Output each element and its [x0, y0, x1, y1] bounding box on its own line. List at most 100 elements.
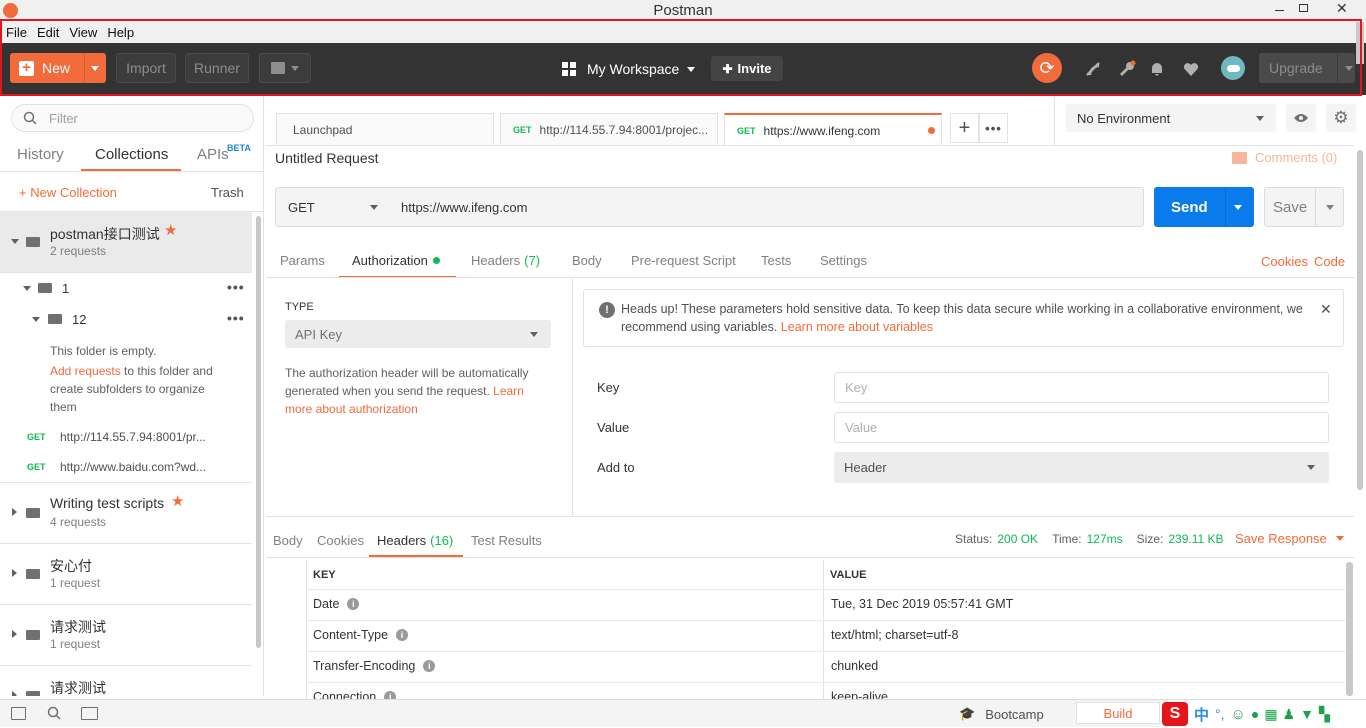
- manage-environments-button[interactable]: ⚙: [1326, 104, 1356, 132]
- tab-request[interactable]: GET http://114.55.7.94:8001/projec...: [500, 113, 718, 145]
- tab-params[interactable]: Params: [280, 253, 325, 268]
- new-dropdown-icon[interactable]: [91, 65, 100, 71]
- cookies-link[interactable]: Cookies: [1261, 254, 1308, 269]
- environment-quicklook-button[interactable]: [1286, 104, 1316, 132]
- collection-item[interactable]: postman接口测试 ★ 2 requests: [0, 212, 252, 273]
- menu-view[interactable]: View: [69, 25, 97, 40]
- folder-more-icon[interactable]: •••: [227, 310, 245, 326]
- ime-punctuation-icon[interactable]: °,: [1215, 706, 1225, 722]
- tab-options-button[interactable]: •••: [979, 113, 1008, 143]
- collection-item[interactable]: 请求测试: [0, 666, 252, 696]
- environment-select[interactable]: No Environment: [1066, 104, 1276, 132]
- tab-body[interactable]: Body: [572, 253, 602, 268]
- trash-button[interactable]: Trash: [211, 185, 244, 200]
- request-item[interactable]: GET http://www.baidu.com?wd...: [27, 460, 206, 474]
- ime-language[interactable]: 中: [1194, 704, 1209, 725]
- folder-caret-icon[interactable]: [23, 286, 31, 291]
- tab-tests[interactable]: Tests: [761, 253, 791, 268]
- filter-input[interactable]: Filter: [11, 104, 254, 132]
- send-caret-icon[interactable]: [1233, 204, 1242, 210]
- save-response-button[interactable]: Save Response: [1235, 531, 1344, 546]
- sidebar-scrollbar[interactable]: [256, 216, 261, 648]
- star-icon[interactable]: ★: [171, 492, 184, 510]
- ime-skin-icon[interactable]: ▼: [1300, 706, 1314, 722]
- caret-right-icon[interactable]: [12, 569, 17, 577]
- response-tab-headers[interactable]: Headers (16): [377, 533, 453, 548]
- cloud-avatar[interactable]: [1221, 56, 1245, 80]
- key-input[interactable]: Key: [834, 372, 1329, 403]
- heart-icon[interactable]: [1178, 56, 1204, 82]
- runner-button[interactable]: Runner: [185, 53, 249, 83]
- ime-keyboard-icon[interactable]: ▦: [1264, 706, 1277, 723]
- invite-button[interactable]: ✚ Invite: [711, 56, 783, 81]
- tab-history[interactable]: History: [17, 146, 64, 163]
- value-input[interactable]: Value: [834, 412, 1329, 443]
- restore-icon[interactable]: [1299, 4, 1308, 12]
- request-title[interactable]: Untitled Request: [275, 150, 379, 166]
- new-collection-button[interactable]: + New Collection: [19, 185, 117, 200]
- tab-authorization[interactable]: Authorization: [352, 253, 440, 268]
- code-link[interactable]: Code: [1314, 254, 1345, 269]
- import-button[interactable]: Import: [116, 53, 176, 83]
- tab-settings[interactable]: Settings: [820, 253, 867, 268]
- info-icon[interactable]: i: [347, 598, 360, 610]
- caret-right-icon[interactable]: [12, 630, 17, 638]
- menu-help[interactable]: Help: [107, 25, 134, 40]
- folder-name[interactable]: 12: [72, 312, 86, 327]
- caret-down-icon[interactable]: [11, 239, 19, 244]
- ime-menu-icon[interactable]: ▚: [1319, 706, 1330, 723]
- response-scrollbar[interactable]: [1346, 562, 1353, 696]
- add-requests-link[interactable]: Add requests: [50, 364, 121, 378]
- close-window-icon[interactable]: ✕: [1336, 0, 1348, 17]
- workspace-switcher[interactable]: My Workspace: [562, 58, 696, 80]
- info-icon[interactable]: i: [423, 660, 436, 672]
- window-scrollbar-top[interactable]: [1356, 22, 1364, 64]
- caret-right-icon[interactable]: [12, 508, 17, 516]
- ime-logo-icon[interactable]: S: [1162, 702, 1188, 726]
- response-tab-cookies[interactable]: Cookies: [317, 533, 364, 548]
- add-tab-button[interactable]: +: [950, 113, 979, 143]
- interceptor-icon[interactable]: [1080, 56, 1106, 82]
- upgrade-button[interactable]: Upgrade: [1259, 53, 1355, 83]
- close-notice-icon[interactable]: ✕: [1320, 301, 1332, 318]
- method-select[interactable]: GET: [275, 187, 391, 227]
- folder-caret-icon[interactable]: [32, 317, 40, 322]
- build-button[interactable]: Build: [1076, 702, 1160, 724]
- collection-item[interactable]: 安心付 1 request: [0, 544, 252, 605]
- tab-headers[interactable]: Headers (7): [471, 253, 540, 268]
- settings-wrench-icon[interactable]: [1114, 56, 1140, 82]
- menu-file[interactable]: File: [6, 25, 27, 40]
- tab-apis[interactable]: APIs: [197, 146, 229, 163]
- tab-request-active[interactable]: GET https://www.ifeng.com: [724, 113, 942, 146]
- find-icon[interactable]: [47, 706, 61, 720]
- save-caret-icon[interactable]: [1326, 204, 1335, 210]
- toggle-sidebar-icon[interactable]: [11, 707, 26, 720]
- tab-prerequest-script[interactable]: Pre-request Script: [631, 253, 736, 268]
- sync-button[interactable]: ⟳: [1032, 53, 1062, 83]
- comments-button[interactable]: Comments (0): [1232, 150, 1337, 165]
- response-tab-test-results[interactable]: Test Results: [471, 533, 542, 548]
- save-button[interactable]: Save: [1264, 187, 1344, 227]
- addto-select[interactable]: Header: [834, 452, 1329, 483]
- ime-user-icon[interactable]: ♟: [1283, 706, 1296, 723]
- console-icon[interactable]: [81, 707, 98, 720]
- menu-edit[interactable]: Edit: [37, 25, 59, 40]
- new-button[interactable]: + New: [10, 53, 106, 83]
- info-icon[interactable]: i: [396, 629, 409, 641]
- collection-item[interactable]: 请求测试 1 request: [0, 605, 252, 666]
- minimize-icon[interactable]: [1275, 10, 1284, 11]
- folder-name[interactable]: 1: [62, 281, 69, 296]
- star-icon[interactable]: ★: [164, 221, 177, 239]
- new-window-button[interactable]: [259, 53, 311, 83]
- tab-launchpad[interactable]: Launchpad: [276, 113, 494, 145]
- tab-collections[interactable]: Collections: [95, 146, 168, 163]
- auth-type-select[interactable]: API Key: [285, 320, 551, 348]
- url-input[interactable]: https://www.ifeng.com: [390, 187, 1144, 227]
- ime-emoji-icon[interactable]: ☺: [1231, 706, 1246, 723]
- request-item[interactable]: GET http://114.55.7.94:8001/pr...: [27, 430, 206, 444]
- bootcamp-button[interactable]: 🎓 Bootcamp: [959, 706, 1044, 722]
- collection-item[interactable]: Writing test scripts ★ 4 requests: [0, 483, 252, 544]
- folder-more-icon[interactable]: •••: [227, 279, 245, 295]
- notifications-bell-icon[interactable]: [1144, 56, 1170, 82]
- learn-variables-link[interactable]: Learn more about variables: [781, 320, 933, 334]
